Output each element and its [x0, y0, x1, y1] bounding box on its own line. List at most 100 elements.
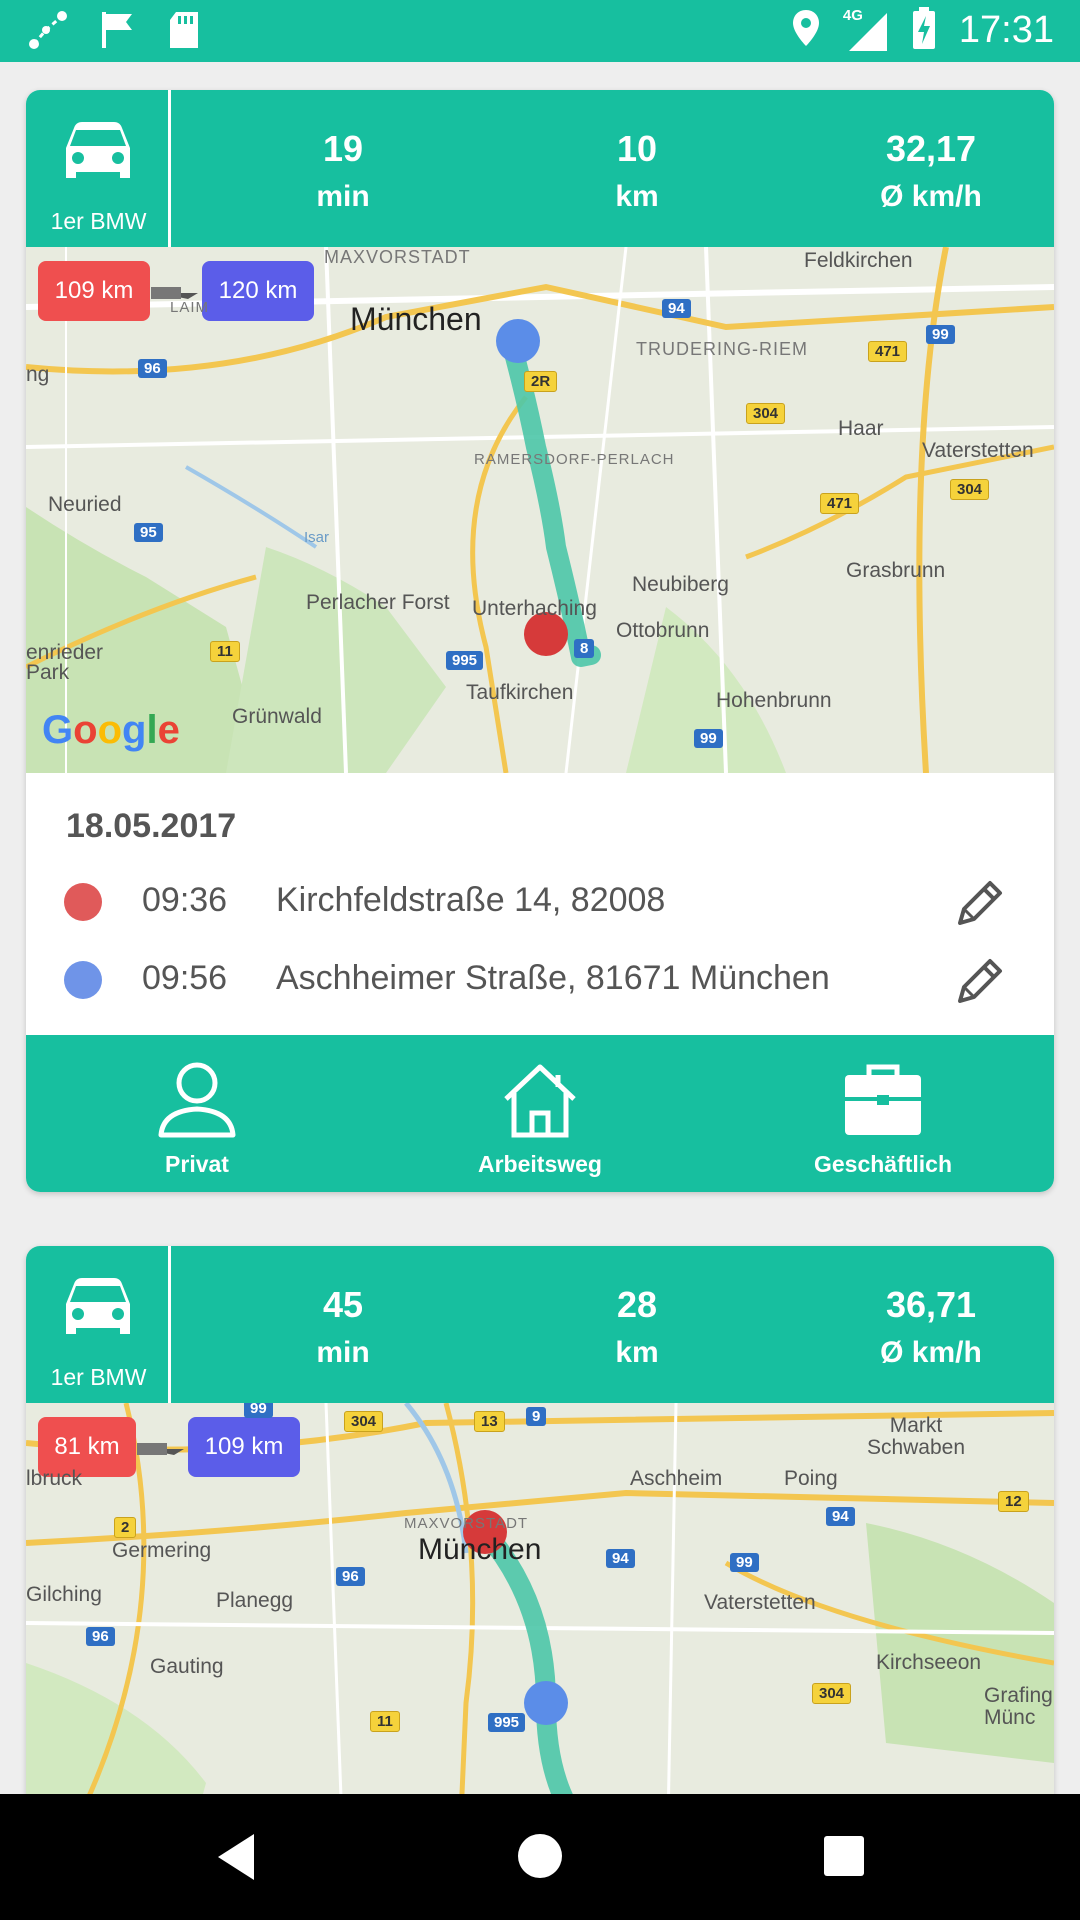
trip-date: 18.05.2017: [66, 807, 237, 845]
battery-charging-icon: [911, 6, 937, 55]
map-label: Markt Schwaben: [866, 1414, 966, 1459]
trip-details: 18.05.2017 09:36 Kirchfeldstraße 14, 820…: [26, 773, 1054, 1035]
home-button-icon[interactable]: [516, 1832, 564, 1885]
map-label: Poing: [784, 1467, 838, 1490]
sd-card-icon: [166, 8, 202, 57]
highway-shield-99: 99: [926, 325, 955, 344]
briefcase-icon: [845, 1064, 921, 1135]
map-label: Feldkirchen: [804, 249, 913, 272]
map-label: München: [418, 1533, 542, 1566]
edit-start-pencil-icon[interactable]: [952, 877, 1006, 936]
route-map[interactable]: 109 km 120 km MAXVORSTADT München Feldki…: [26, 247, 1054, 773]
vehicle-selector[interactable]: 1er BMW: [26, 90, 171, 247]
end-address: Aschheimer Straße, 81671 München: [276, 959, 830, 997]
road-shield-11: 11: [210, 641, 240, 662]
vehicle-name: 1er BMW: [50, 1364, 147, 1390]
route-icon: [26, 8, 70, 57]
map-label: Vaterstetten: [922, 439, 1034, 462]
road-shield-13: 13: [474, 1411, 505, 1432]
duration-stat: 19 min: [243, 128, 443, 214]
map-label: Ottobrunn: [616, 619, 710, 642]
distance-stat: 28 km: [537, 1284, 737, 1370]
car-icon: [66, 1278, 130, 1334]
recents-icon[interactable]: [822, 1834, 866, 1883]
map-label: enrieder Park: [26, 641, 104, 684]
trip-stats-header: 1er BMW 19 min 10 km 32,17 Ø km/h: [26, 90, 1054, 247]
route-end-marker: [524, 1681, 568, 1725]
purpose-label: Privat: [165, 1151, 229, 1177]
map-label: Planegg: [216, 1589, 294, 1612]
odometer-end-chip: 120 km: [202, 261, 314, 321]
map-label: Neuried: [48, 493, 122, 516]
road-shield-304: 304: [344, 1411, 384, 1432]
map-label: Hohenbrunn: [716, 689, 832, 712]
home-icon: [504, 1064, 576, 1138]
purpose-label: Arbeitsweg: [478, 1151, 602, 1177]
person-icon: [158, 1062, 236, 1138]
distance-value: 28: [616, 1284, 658, 1325]
flag-icon: [98, 8, 138, 57]
map-label: TRUDERING-RIEM: [636, 339, 808, 359]
location-icon: [791, 8, 821, 53]
map-label: ng: [26, 363, 50, 386]
car-icon: [66, 122, 130, 178]
trip-card[interactable]: 1er BMW 19 min 10 km 32,17 Ø km/h 109 km…: [26, 90, 1054, 1192]
google-logo: Google: [42, 708, 180, 752]
road-shield-471: 471: [868, 341, 908, 362]
map-label: Isar: [304, 529, 330, 546]
duration-value: 19: [322, 128, 364, 169]
map-label: Haar: [838, 417, 884, 440]
vehicle-name: 1er BMW: [50, 208, 147, 234]
trip-stats-header: 1er BMW 45 min 28 km 36,71 Ø km/h: [26, 1246, 1054, 1403]
vehicle-selector[interactable]: 1er BMW: [26, 1246, 171, 1403]
road-shield-2: 2: [114, 1517, 137, 1538]
odometer-start-chip: 109 km: [38, 261, 150, 321]
route-end-marker: [496, 319, 540, 363]
distance-unit: km: [615, 180, 659, 213]
highway-shield-995: 995: [488, 1713, 526, 1732]
highway-shield-96: 96: [138, 359, 167, 378]
distance-unit: km: [615, 1336, 659, 1369]
edit-end-pencil-icon[interactable]: [952, 955, 1006, 1014]
map-label: MAXVORSTADT: [324, 247, 471, 267]
purpose-business-button[interactable]: Geschäftlich: [712, 1035, 1054, 1192]
duration-value: 45: [322, 1284, 364, 1325]
speed-unit: Ø km/h: [880, 1336, 982, 1369]
highway-shield-9: 9: [526, 1407, 547, 1426]
purpose-label: Geschäftlich: [813, 1151, 953, 1177]
highway-shield-96: 96: [336, 1567, 365, 1586]
speed-stat: 32,17 Ø km/h: [831, 128, 1031, 214]
road-shield-11: 11: [370, 1711, 400, 1732]
map-label: Gauting: [150, 1655, 224, 1678]
map-label: München: [350, 301, 482, 337]
map-label: LAIM: [170, 299, 210, 316]
status-bar: 4G 17:31: [0, 0, 1080, 62]
duration-stat: 45 min: [243, 1284, 443, 1370]
road-shield-12: 12: [998, 1491, 1029, 1512]
distance-stat: 10 km: [537, 128, 737, 214]
highway-shield-99: 99: [244, 1403, 273, 1418]
map-label: Grasbrunn: [846, 559, 946, 582]
speed-unit: Ø km/h: [880, 180, 982, 213]
road-shield-304: 304: [746, 403, 786, 424]
map-label: Kirchseeon: [876, 1651, 982, 1674]
map-label: Perlacher Forst: [306, 591, 450, 614]
purpose-private-button[interactable]: Privat: [26, 1035, 368, 1192]
back-icon[interactable]: [214, 1832, 258, 1887]
highway-shield-99b: 99: [694, 729, 723, 748]
map-label: lbruck: [26, 1467, 83, 1490]
highway-shield-94b: 94: [826, 1507, 855, 1526]
highway-shield-995: 995: [446, 651, 484, 670]
trip-purpose-bar: Privat Arbeitsweg Geschäftlich: [26, 1035, 1054, 1192]
start-address: Kirchfeldstraße 14, 82008: [276, 881, 666, 919]
purpose-commute-button[interactable]: Arbeitsweg: [369, 1035, 711, 1192]
map-label: Grünwald: [232, 705, 322, 728]
start-time: 09:36: [142, 881, 228, 919]
speed-value: 32,17: [885, 128, 977, 169]
end-time: 09:56: [142, 959, 228, 997]
highway-shield-96b: 96: [86, 1627, 115, 1646]
map-label: RAMERSDORF-PERLACH: [474, 451, 675, 468]
map-label: Grafing Münc: [984, 1684, 1053, 1729]
network-type-label: 4G: [842, 6, 863, 24]
clock: 17:31: [958, 9, 1054, 51]
